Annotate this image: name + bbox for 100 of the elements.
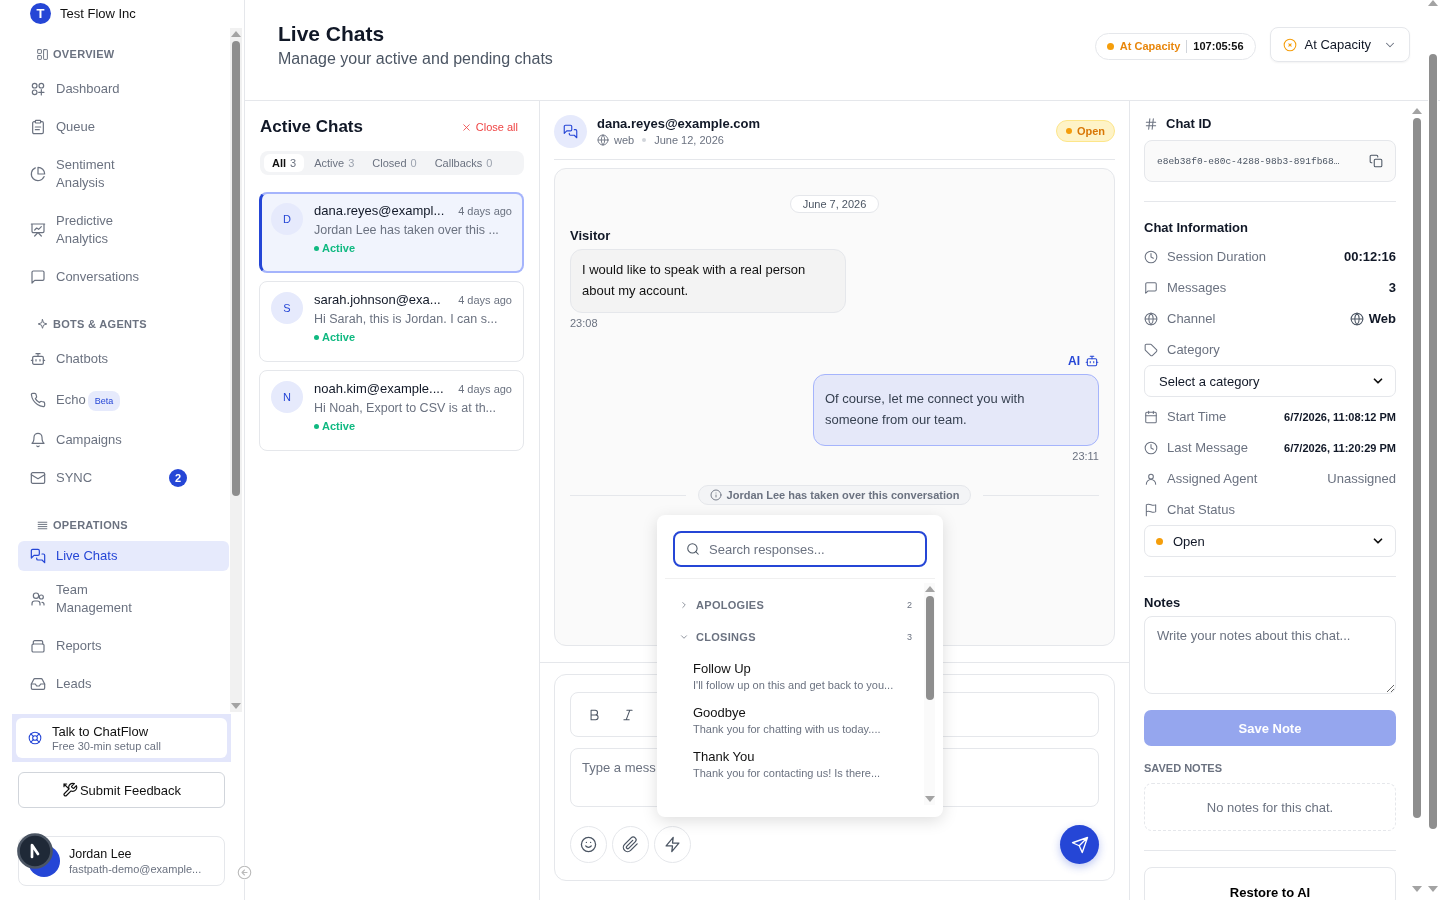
chat-contact: noah.kim@example.... xyxy=(314,381,444,396)
field-value: 6/7/2026, 11:20:29 PM xyxy=(1284,441,1396,454)
emoji-button[interactable] xyxy=(570,826,607,863)
nav-item[interactable]: Echo Beta xyxy=(18,378,229,421)
hash-icon xyxy=(1144,116,1158,131)
nav-item[interactable]: Campaigns xyxy=(18,421,229,459)
field-value: Unassigned xyxy=(1327,471,1396,486)
field-label: Assigned Agent xyxy=(1167,471,1259,486)
notes-field[interactable]: Write your notes about this chat... xyxy=(1144,616,1396,694)
nav-item[interactable]: Predictive Analytics xyxy=(18,202,229,258)
nav-item[interactable]: Reports xyxy=(18,627,229,665)
page-subtitle: Manage your active and pending chats xyxy=(278,50,553,68)
sparkle-icon xyxy=(36,317,49,331)
scrollbar[interactable] xyxy=(1428,0,1438,895)
date-chip: June 7, 2026 xyxy=(789,195,880,213)
chat-preview: Hi Noah, Export to CSV is at th... xyxy=(314,401,498,415)
feedback-button[interactable]: Submit Feedback xyxy=(18,772,225,808)
dev-badge-icon[interactable] xyxy=(17,833,53,869)
globe-icon xyxy=(597,134,609,146)
speech-bubble-icon xyxy=(1144,280,1158,295)
scrollbar[interactable] xyxy=(924,583,935,805)
response-item[interactable]: Thank You Thank you for contacting us! Is there... xyxy=(679,741,912,785)
nav-label: Live Chats xyxy=(56,547,118,565)
lightning-icon xyxy=(664,836,681,853)
nav-item[interactable]: Leads xyxy=(18,665,229,703)
clock-icon xyxy=(1144,440,1158,455)
filter-tab[interactable]: Active 3 xyxy=(306,154,363,172)
chat-time: 4 days ago xyxy=(458,383,512,395)
status-select[interactable]: At Capacity xyxy=(1269,27,1410,62)
sender-name: AI xyxy=(1068,354,1080,368)
filter-tab[interactable]: Callbacks 0 xyxy=(426,154,501,172)
users-icon xyxy=(30,591,46,607)
field-value: 00:12:16 xyxy=(1343,249,1396,264)
copy-icon[interactable] xyxy=(1369,154,1383,168)
field-value: Web xyxy=(1368,311,1396,326)
italic-icon[interactable] xyxy=(621,707,635,722)
chat-time: 4 days ago xyxy=(458,294,512,306)
section-heading: BOTS & AGENTS xyxy=(53,318,147,330)
scrollbar[interactable] xyxy=(230,28,242,712)
user-name: Jordan Lee xyxy=(69,847,133,861)
globe-icon xyxy=(1349,311,1364,326)
field-label: Category xyxy=(1167,342,1221,357)
user-card[interactable]: Jordan Lee fastpath-demo@example... xyxy=(18,836,225,886)
quick-reply-button[interactable] xyxy=(654,826,691,863)
nav-label: Dashboard xyxy=(56,80,120,98)
message-time: 23:11 xyxy=(1072,450,1099,462)
category-row[interactable]: APOLOGIES 2 xyxy=(679,589,912,621)
category-select[interactable]: Select a category xyxy=(1144,365,1396,397)
tag-icon xyxy=(1144,342,1158,357)
chart-board-icon xyxy=(30,222,46,238)
filter-tab[interactable]: Closed 0 xyxy=(364,154,425,172)
nav-item[interactable]: Dashboard xyxy=(18,70,229,108)
chat-card[interactable]: S sarah.johnson@exa... 4 days ago Hi Sarah, this is Jordan. I can s... Active xyxy=(259,281,524,362)
bell-icon xyxy=(30,432,46,448)
close-all-link[interactable]: Close all xyxy=(460,121,518,133)
message-time: 23:08 xyxy=(570,317,598,329)
sender-name: Visitor xyxy=(570,228,612,243)
close-icon xyxy=(460,121,472,133)
nav-label: SYNC xyxy=(56,469,93,487)
response-item[interactable]: Goodbye Thank you for chatting with us today.... xyxy=(679,697,912,741)
nav-label: Predictive Analytics xyxy=(56,212,115,248)
chat-card[interactable]: N noah.kim@example.... 4 days ago Hi Noah, Export to CSV is at th... Active xyxy=(259,370,524,451)
promo-subtitle: Free 30-min setup call xyxy=(52,740,161,752)
flag-icon xyxy=(1144,502,1158,517)
promo-card[interactable]: Talk to ChatFlow Free 30-min setup call xyxy=(16,718,227,758)
search-field[interactable]: Search responses... xyxy=(673,531,927,567)
paperclip-icon xyxy=(622,836,639,853)
chat-bubbles-icon xyxy=(563,123,578,139)
nav-label: Sentiment Analysis xyxy=(56,156,116,192)
nav-item[interactable]: SYNC 2 xyxy=(18,459,229,497)
panel-title: Active Chats xyxy=(260,117,363,137)
nav-item[interactable]: Queue xyxy=(18,108,229,146)
calendar-icon xyxy=(1144,409,1158,424)
mail-icon xyxy=(30,470,46,486)
chat-contact: sarah.johnson@exa... xyxy=(314,292,441,307)
shapes-icon xyxy=(30,81,46,97)
field-label: Chat Status xyxy=(1167,502,1236,517)
field-label: Messages xyxy=(1167,280,1228,295)
status-select[interactable]: Open xyxy=(1144,525,1396,557)
org-name: Test Flow Inc xyxy=(60,5,136,21)
avatar: D xyxy=(271,203,303,235)
nav-item[interactable]: Team Management xyxy=(18,571,229,627)
status-dot xyxy=(1156,537,1163,545)
filter-tab[interactable]: All 3 xyxy=(264,154,305,172)
robot-icon xyxy=(1085,354,1099,368)
chat-card[interactable]: D dana.reyes@exampl... 4 days ago Jordan Lee has taken over this ... Active xyxy=(259,192,524,273)
channel-label: web xyxy=(614,134,635,146)
category-row[interactable]: CLOSINGS 3 xyxy=(679,621,912,653)
send-button[interactable] xyxy=(1060,825,1099,864)
response-item[interactable]: Follow Up I'll follow up on this and get back to you... xyxy=(679,653,912,697)
nav-item[interactable]: Sentiment Analysis xyxy=(18,146,229,202)
restore-button[interactable]: Restore to AI xyxy=(1144,867,1396,900)
nav-label: Leads xyxy=(56,675,92,693)
nav-item[interactable]: Chatbots xyxy=(18,340,229,378)
beta-badge: Beta xyxy=(87,391,121,411)
nav-item[interactable]: Live Chats xyxy=(18,541,229,571)
bold-icon[interactable] xyxy=(587,707,601,722)
nav-item[interactable]: Conversations xyxy=(18,258,229,296)
smiley-icon xyxy=(580,836,597,853)
attach-button[interactable] xyxy=(612,826,649,863)
